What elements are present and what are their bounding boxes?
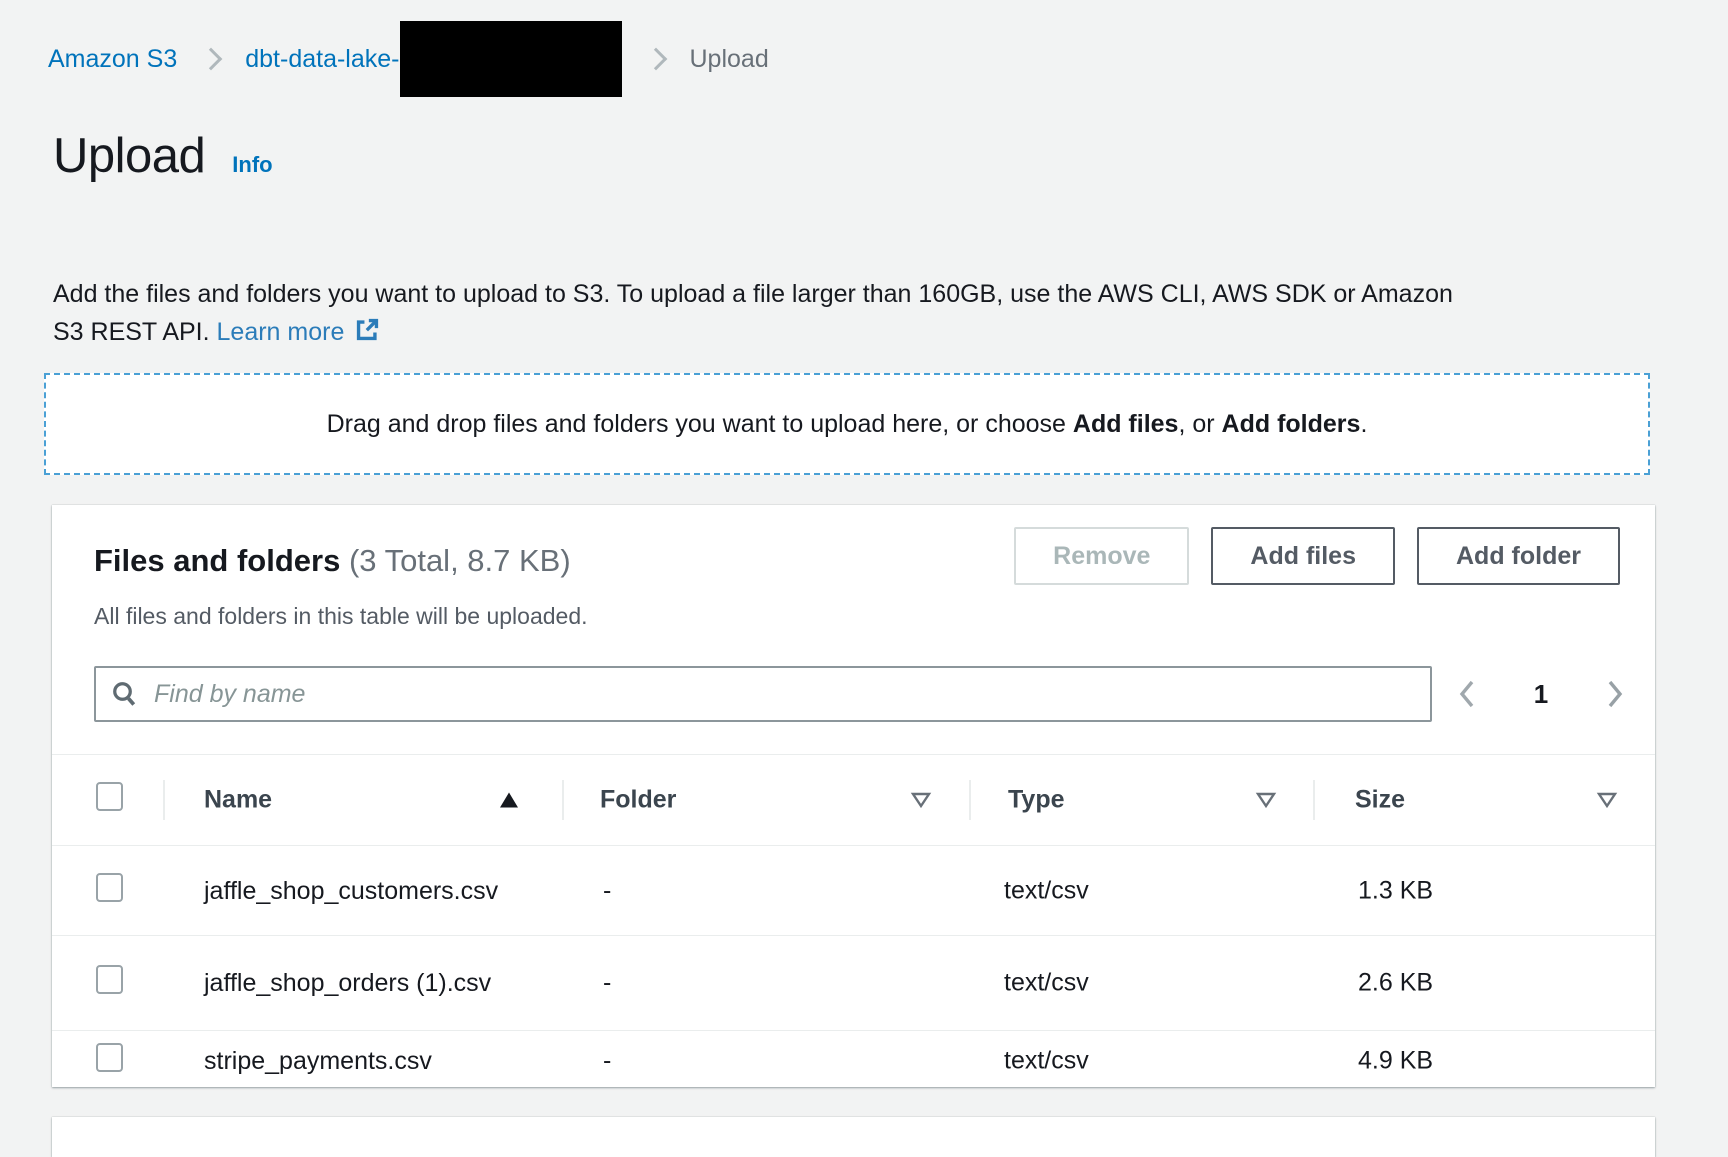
next-section-card-partial: [52, 1117, 1655, 1157]
row-checkbox[interactable]: [96, 1043, 123, 1072]
table-row: stripe_payments.csv - text/csv 4.9 KB: [52, 1030, 1655, 1091]
page-description: Add the files and folders you want to up…: [53, 275, 1653, 354]
panel-actions: Remove Add files Add folder: [1014, 527, 1620, 585]
files-table: Name Folder Type Size jaffle_shop_custom…: [52, 754, 1655, 1091]
table-header-row: Name Folder Type Size: [52, 754, 1655, 846]
table-row: jaffle_shop_customers.csv - text/csv 1.3…: [52, 846, 1655, 935]
file-name: jaffle_shop_customers.csv: [204, 870, 512, 912]
file-folder: -: [603, 1047, 611, 1076]
file-name: jaffle_shop_orders (1).csv: [204, 962, 512, 1004]
breadcrumb-current: Upload: [690, 45, 769, 74]
column-header-type[interactable]: Type: [1008, 786, 1065, 815]
file-name: stripe_payments.csv: [204, 1040, 512, 1082]
panel-subtitle: All files and folders in this table will…: [94, 603, 588, 630]
previous-page-button[interactable]: [1456, 678, 1478, 710]
info-link[interactable]: Info: [232, 152, 272, 178]
current-page-number[interactable]: 1: [1534, 679, 1548, 710]
column-header-size[interactable]: Size: [1355, 786, 1405, 815]
file-size: 4.9 KB: [1358, 1047, 1433, 1076]
panel-heading: Files and folders (3 Total, 8.7 KB): [94, 543, 571, 579]
sort-icon[interactable]: [1255, 791, 1277, 809]
s3-upload-page: Amazon S3 dbt-data-lake- Upload Upload I…: [0, 0, 1728, 1128]
column-header-name[interactable]: Name: [204, 786, 272, 815]
add-folder-button[interactable]: Add folder: [1417, 527, 1620, 585]
file-type: text/csv: [1004, 1047, 1089, 1076]
column-divider: [562, 780, 564, 820]
panel-count: (3 Total, 8.7 KB): [349, 543, 571, 578]
column-divider: [1313, 780, 1315, 820]
file-size: 1.3 KB: [1358, 876, 1433, 905]
file-type: text/csv: [1004, 969, 1089, 998]
column-divider: [969, 780, 971, 820]
search-input[interactable]: [152, 679, 1416, 710]
sort-icon[interactable]: [910, 791, 932, 809]
add-files-button[interactable]: Add files: [1211, 527, 1395, 585]
breadcrumb-chevron-icon: [200, 48, 223, 71]
sort-ascending-icon[interactable]: [500, 793, 518, 808]
column-divider: [163, 780, 165, 820]
file-folder: -: [603, 876, 611, 905]
learn-more-link[interactable]: Learn more: [217, 318, 345, 346]
search-icon: [110, 679, 140, 709]
sort-icon[interactable]: [1596, 791, 1618, 809]
pagination: 1: [1456, 666, 1626, 722]
remove-button[interactable]: Remove: [1014, 527, 1189, 585]
select-all-checkbox[interactable]: [96, 782, 123, 811]
panel-title: Files and folders: [94, 543, 340, 578]
breadcrumb-amazon-s3[interactable]: Amazon S3: [48, 45, 177, 74]
files-and-folders-panel: Files and folders (3 Total, 8.7 KB) All …: [52, 505, 1655, 1087]
dropzone-text: Drag and drop files and folders you want…: [327, 410, 1368, 439]
file-folder: -: [603, 969, 611, 998]
redacted-bucket-name: [400, 21, 622, 97]
description-line-2: S3 REST API.: [53, 318, 217, 346]
breadcrumb: Amazon S3 dbt-data-lake- Upload: [48, 21, 769, 97]
row-checkbox[interactable]: [96, 965, 123, 994]
table-row: jaffle_shop_orders (1).csv - text/csv 2.…: [52, 935, 1655, 1030]
page-title: Upload: [53, 128, 205, 184]
description-line-1: Add the files and folders you want to up…: [53, 280, 1453, 308]
breadcrumb-chevron-icon: [644, 48, 667, 71]
file-size: 2.6 KB: [1358, 969, 1433, 998]
column-header-folder[interactable]: Folder: [600, 786, 676, 815]
file-type: text/csv: [1004, 876, 1089, 905]
title-row: Upload Info: [53, 128, 273, 184]
drag-drop-zone[interactable]: Drag and drop files and folders you want…: [44, 373, 1650, 475]
search-box: [94, 666, 1432, 722]
external-link-icon[interactable]: [354, 316, 381, 354]
next-page-button[interactable]: [1604, 678, 1626, 710]
breadcrumb-bucket-link[interactable]: dbt-data-lake-: [245, 45, 399, 74]
row-checkbox[interactable]: [96, 873, 123, 902]
